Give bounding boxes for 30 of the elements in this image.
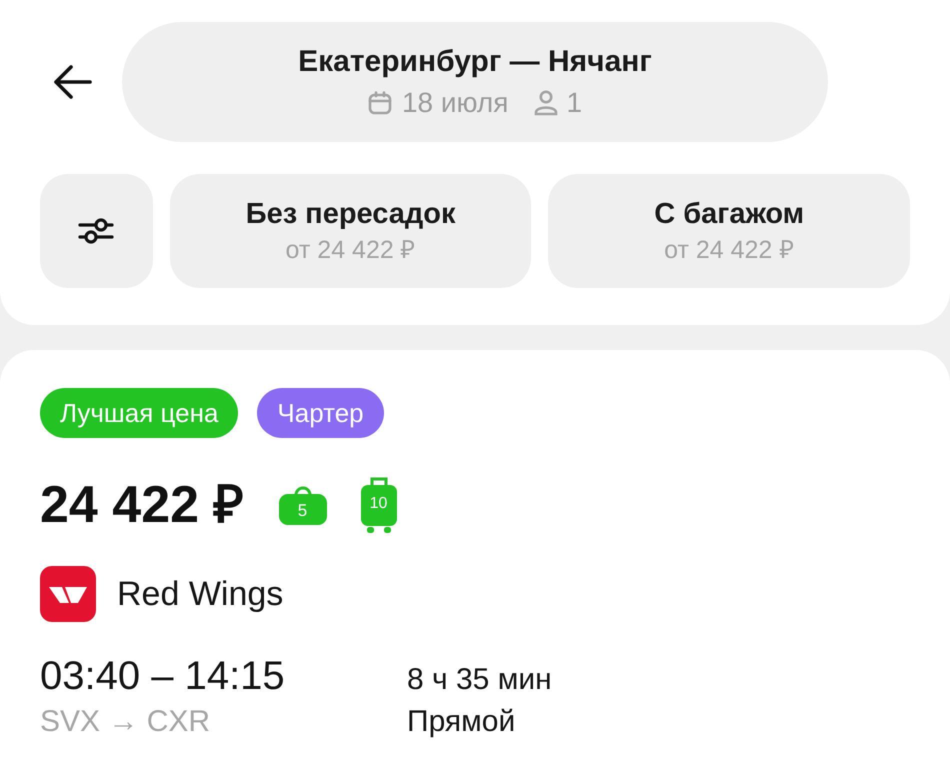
flight-duration: 8 ч 35 мин xyxy=(407,662,553,698)
baggage-weight: 5 xyxy=(296,501,308,521)
stops-text: Прямой xyxy=(407,704,516,740)
ticket-tag: Лучшая цена xyxy=(40,388,238,438)
handbag-icon xyxy=(278,485,326,525)
route-summary-pill[interactable]: Екатеринбург — Нячанг 18 июля 1 xyxy=(122,22,828,142)
baggage-weight: 10 xyxy=(368,494,388,514)
route-title: Екатеринбург — Нячанг xyxy=(298,44,652,80)
passenger-count: 1 xyxy=(566,86,582,120)
chip-title: С багажом xyxy=(654,197,804,231)
ticket-tag: Чартер xyxy=(257,388,384,438)
airline-name: Red Wings xyxy=(117,574,284,614)
chip-price: от 24 422 ₽ xyxy=(664,235,794,265)
filter-button[interactable] xyxy=(40,174,153,288)
chip-price: от 24 422 ₽ xyxy=(286,235,416,265)
flight-times: 03:40 – 14:15 xyxy=(40,653,286,700)
filter-chip[interactable]: Без пересадок от 24 422 ₽ xyxy=(170,174,532,288)
suitcase-icon xyxy=(360,477,396,533)
sliders-icon xyxy=(78,216,114,246)
airline-logo-icon xyxy=(40,566,96,622)
chip-title: Без пересадок xyxy=(246,197,456,231)
airport-route: SVX → CXR xyxy=(40,704,212,740)
calendar-icon xyxy=(368,91,392,115)
filter-chip[interactable]: С багажом от 24 422 ₽ xyxy=(548,174,910,288)
ticket-card[interactable]: Лучшая цена Чартер 24 422 ₽ 5 10 Red Wings 03:40 – 14:15 8 ч 35 мин SVX → CXR Прямой xyxy=(0,350,950,768)
arrow-left-icon xyxy=(52,65,92,99)
back-button[interactable] xyxy=(52,65,92,99)
date-text: 18 июля xyxy=(402,86,508,120)
person-icon xyxy=(534,90,558,116)
ticket-price: 24 422 ₽ xyxy=(40,475,244,536)
